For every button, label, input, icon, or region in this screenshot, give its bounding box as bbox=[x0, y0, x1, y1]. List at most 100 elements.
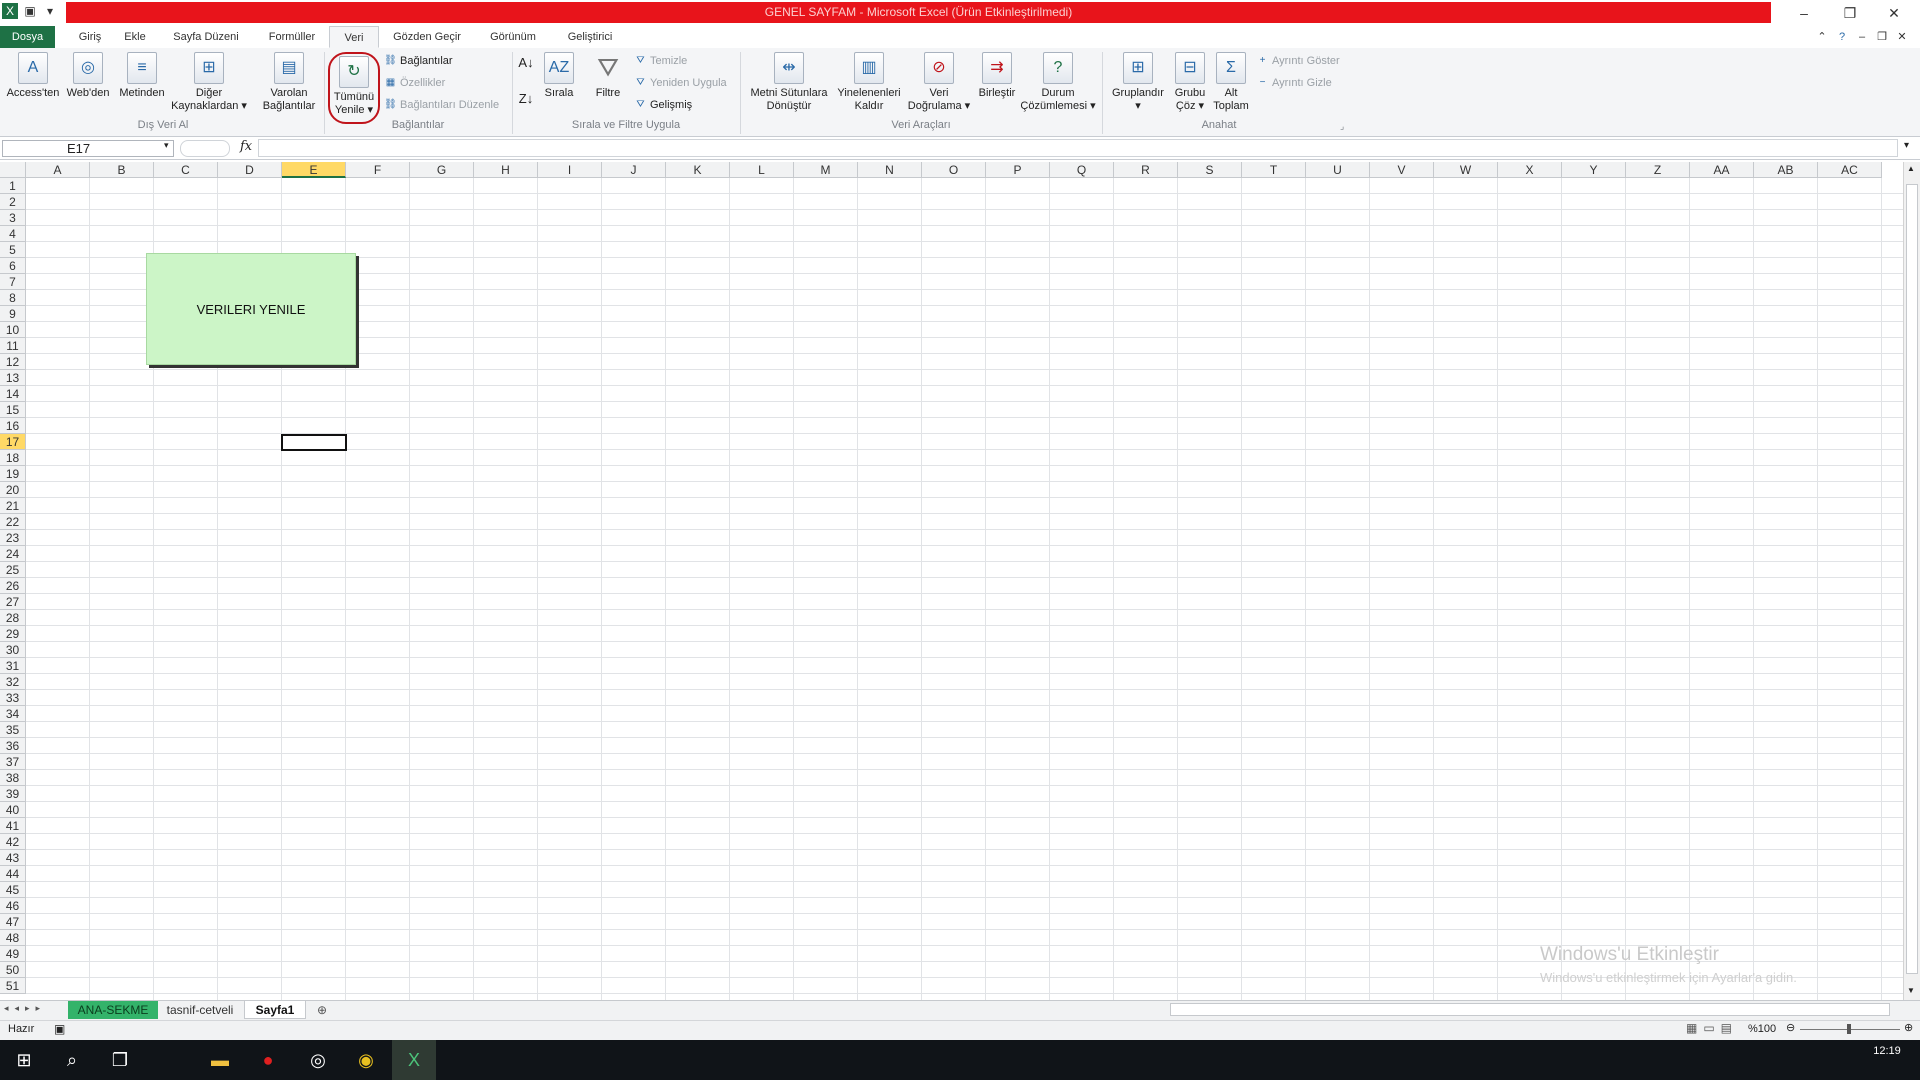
row-header[interactable]: 49 bbox=[0, 946, 26, 962]
zoom-in-icon[interactable]: ⊕ bbox=[1904, 1021, 1913, 1034]
subtotal-button[interactable]: Σ Alt Toplam bbox=[1210, 52, 1252, 113]
row-header[interactable]: 45 bbox=[0, 882, 26, 898]
row-header[interactable]: 3 bbox=[0, 210, 26, 226]
column-header[interactable]: C bbox=[154, 162, 218, 178]
sort-button[interactable]: AZ Sırala bbox=[538, 52, 580, 100]
name-box[interactable]: E17 bbox=[2, 140, 174, 157]
row-header[interactable]: 28 bbox=[0, 610, 26, 626]
existing-connections-button[interactable]: ▤ Varolan Bağlantılar bbox=[256, 52, 322, 113]
row-header[interactable]: 19 bbox=[0, 466, 26, 482]
data-validation-button[interactable]: ⊘ Veri Doğrulama ▾ bbox=[904, 52, 974, 113]
column-header[interactable]: T bbox=[1242, 162, 1306, 178]
workbook-restore-icon[interactable]: ❐ bbox=[1874, 26, 1890, 48]
column-header[interactable]: U bbox=[1306, 162, 1370, 178]
file-explorer-icon[interactable]: ▬ bbox=[198, 1040, 242, 1080]
row-header[interactable]: 15 bbox=[0, 402, 26, 418]
sheet-tab-ana-sekme[interactable]: ANA-SEKME bbox=[68, 1001, 158, 1019]
text-to-columns-button[interactable]: ⇹ Metni Sütunlara Dönüştür bbox=[744, 52, 834, 113]
reapply-button[interactable]: ⛛ Yeniden Uygula bbox=[634, 75, 726, 91]
row-header[interactable]: 14 bbox=[0, 386, 26, 402]
workbook-minimize-icon[interactable]: – bbox=[1854, 26, 1870, 48]
row-header[interactable]: 23 bbox=[0, 530, 26, 546]
select-all-corner[interactable] bbox=[0, 162, 26, 178]
save-icon[interactable]: ▣ bbox=[22, 3, 38, 19]
tab-sayfa-duzeni[interactable]: Sayfa Düzeni bbox=[166, 26, 246, 48]
column-header[interactable]: E bbox=[282, 162, 346, 178]
vertical-scroll-thumb[interactable] bbox=[1906, 184, 1918, 974]
column-header[interactable]: G bbox=[410, 162, 474, 178]
row-header[interactable]: 4 bbox=[0, 226, 26, 242]
row-header[interactable]: 5 bbox=[0, 242, 26, 258]
refresh-data-shape-button[interactable]: VERILERI YENILE bbox=[146, 253, 356, 365]
column-header[interactable]: F bbox=[346, 162, 410, 178]
row-header[interactable]: 44 bbox=[0, 866, 26, 882]
row-header[interactable]: 12 bbox=[0, 354, 26, 370]
row-header[interactable]: 27 bbox=[0, 594, 26, 610]
column-header[interactable]: S bbox=[1178, 162, 1242, 178]
restore-button[interactable]: ❐ bbox=[1830, 2, 1870, 24]
column-header[interactable]: Y bbox=[1562, 162, 1626, 178]
active-cell-selection[interactable] bbox=[281, 434, 347, 451]
column-header[interactable]: AC bbox=[1818, 162, 1882, 178]
macro-record-icon[interactable]: ▣ bbox=[54, 1022, 65, 1036]
refresh-all-button[interactable]: ↻ Tümünü Yenile ▾ bbox=[328, 52, 380, 124]
row-header[interactable]: 37 bbox=[0, 754, 26, 770]
row-header[interactable]: 47 bbox=[0, 914, 26, 930]
tab-giris[interactable]: Giriş bbox=[70, 26, 110, 48]
row-header[interactable]: 48 bbox=[0, 930, 26, 946]
row-header[interactable]: 1 bbox=[0, 178, 26, 194]
row-header[interactable]: 17 bbox=[0, 434, 26, 450]
column-header[interactable]: Z bbox=[1626, 162, 1690, 178]
row-header[interactable]: 26 bbox=[0, 578, 26, 594]
ribbon-minimize-icon[interactable]: ⌃ bbox=[1814, 26, 1830, 48]
row-header[interactable]: 13 bbox=[0, 370, 26, 386]
row-header[interactable]: 39 bbox=[0, 786, 26, 802]
column-header[interactable]: A bbox=[26, 162, 90, 178]
recorder-app-icon[interactable]: ● bbox=[246, 1040, 290, 1080]
web-button[interactable]: ◎ Web'den bbox=[62, 52, 114, 100]
row-header[interactable]: 34 bbox=[0, 706, 26, 722]
row-header[interactable]: 41 bbox=[0, 818, 26, 834]
zoom-out-icon[interactable]: ⊖ bbox=[1786, 1021, 1795, 1034]
column-header[interactable]: J bbox=[602, 162, 666, 178]
row-header[interactable]: 11 bbox=[0, 338, 26, 354]
row-header[interactable]: 16 bbox=[0, 418, 26, 434]
row-header[interactable]: 29 bbox=[0, 626, 26, 642]
access-button[interactable]: A Access'ten bbox=[4, 52, 62, 100]
column-header[interactable]: Q bbox=[1050, 162, 1114, 178]
connections-button[interactable]: ⛓ Bağlantılar bbox=[384, 53, 452, 69]
row-header[interactable]: 33 bbox=[0, 690, 26, 706]
sort-az-button[interactable]: A↓ bbox=[516, 52, 536, 74]
column-header[interactable]: X bbox=[1498, 162, 1562, 178]
advanced-filter-button[interactable]: ⛛ Gelişmiş bbox=[634, 97, 692, 113]
column-header[interactable]: H bbox=[474, 162, 538, 178]
tab-ekle[interactable]: Ekle bbox=[118, 26, 152, 48]
workbook-close-icon[interactable]: ✕ bbox=[1894, 26, 1910, 48]
show-detail-button[interactable]: + Ayrıntı Göster bbox=[1256, 53, 1340, 69]
tab-gozden-gecir[interactable]: Gözden Geçir bbox=[388, 26, 466, 48]
ungroup-button[interactable]: ⊟ Grubu Çöz ▾ bbox=[1170, 52, 1210, 113]
vertical-scrollbar[interactable]: ▲ ▼ bbox=[1903, 162, 1920, 1000]
row-header[interactable]: 21 bbox=[0, 498, 26, 514]
text-button[interactable]: ≡ Metinden bbox=[114, 52, 170, 100]
column-header[interactable]: W bbox=[1434, 162, 1498, 178]
row-header[interactable]: 9 bbox=[0, 306, 26, 322]
tab-formuller[interactable]: Formüller bbox=[262, 26, 322, 48]
properties-button[interactable]: ▦ Özellikler bbox=[384, 75, 445, 91]
row-header[interactable]: 38 bbox=[0, 770, 26, 786]
row-header[interactable]: 40 bbox=[0, 802, 26, 818]
row-header[interactable]: 31 bbox=[0, 658, 26, 674]
media-app-icon[interactable]: ◎ bbox=[296, 1040, 340, 1080]
column-header[interactable]: D bbox=[218, 162, 282, 178]
hide-detail-button[interactable]: − Ayrıntı Gizle bbox=[1256, 75, 1332, 91]
row-header[interactable]: 50 bbox=[0, 962, 26, 978]
close-button[interactable]: ✕ bbox=[1874, 2, 1914, 24]
consolidate-button[interactable]: ⇉ Birleştir bbox=[974, 52, 1020, 100]
row-header[interactable]: 25 bbox=[0, 562, 26, 578]
row-header[interactable]: 10 bbox=[0, 322, 26, 338]
horizontal-scrollbar[interactable] bbox=[1170, 1003, 1890, 1016]
minimize-button[interactable]: – bbox=[1784, 2, 1824, 24]
row-header[interactable]: 22 bbox=[0, 514, 26, 530]
tab-dosya[interactable]: Dosya bbox=[0, 26, 55, 48]
column-header[interactable]: K bbox=[666, 162, 730, 178]
